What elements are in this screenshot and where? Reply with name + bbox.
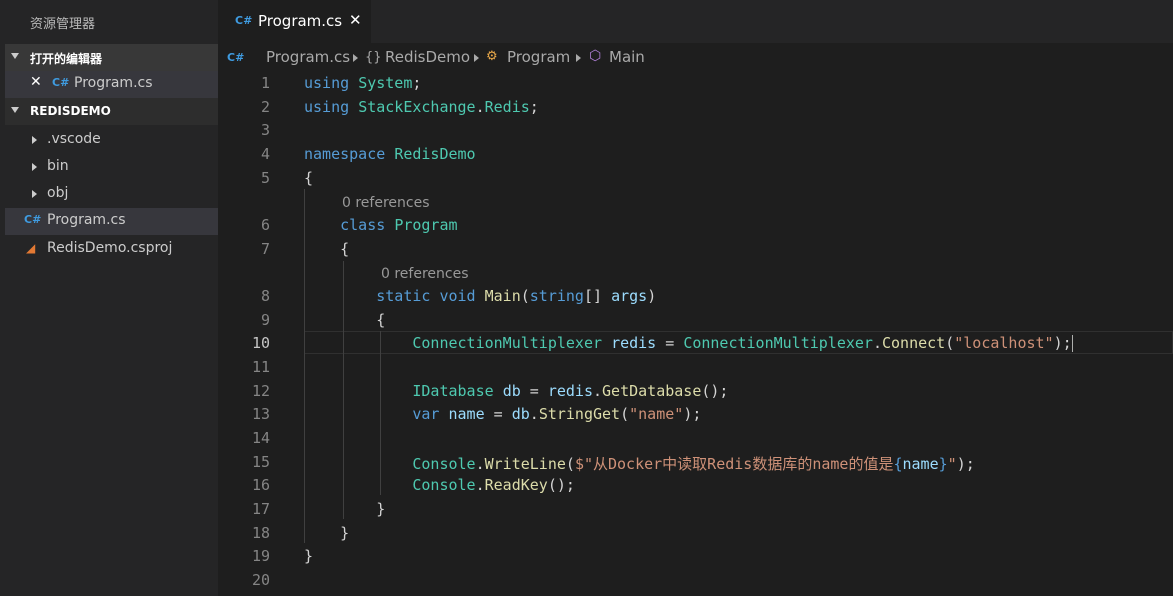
line-number: 19 [251, 547, 270, 565]
namespace-icon: {} [365, 50, 382, 65]
explorer-title: 资源管理器 [30, 17, 96, 32]
breadcrumb-method[interactable]: Main [609, 48, 645, 66]
code-line: } [304, 500, 386, 518]
project-section-header[interactable]: REDISDEMO [5, 98, 218, 125]
code-line: IDatabase db = redis.GetDatabase(); [412, 382, 729, 400]
tree-item-label: .vscode [47, 131, 101, 147]
line-number: 11 [251, 358, 270, 376]
line-number: 3 [260, 121, 270, 139]
open-editors-section-header[interactable]: 打开的编辑器 [5, 44, 218, 71]
code-editor[interactable]: 1 2 3 4 5 6 7 8 9 10 11 12 13 14 15 16 1… [218, 71, 1173, 596]
csharp-icon: C# [235, 14, 253, 27]
chevron-right-icon [353, 54, 358, 62]
line-number: 4 [260, 145, 270, 163]
text-cursor [1071, 335, 1073, 352]
tab-label: Program.cs [258, 12, 343, 30]
explorer-sidebar: 资源管理器 打开的编辑器 ✕ C# Program.cs REDISDEMO .… [0, 0, 218, 596]
line-number: 16 [251, 476, 270, 494]
code-line: var name = db.StringGet("name"); [412, 405, 702, 423]
code-line: { [304, 311, 386, 329]
chevron-right-icon [32, 136, 37, 144]
tree-item-label: bin [47, 158, 69, 174]
chevron-right-icon [32, 163, 37, 171]
code-line: static void Main(string[] args) [376, 287, 657, 305]
collapse-triangle-icon [11, 53, 19, 59]
tree-item-program-cs[interactable]: C# Program.cs [5, 208, 218, 235]
code-line: class Program [340, 216, 458, 234]
code-line: } [304, 524, 350, 542]
line-number: 18 [251, 524, 270, 542]
chevron-right-icon [576, 54, 581, 62]
code-line: using System; [304, 74, 422, 92]
class-icon: ⚙ [486, 49, 498, 64]
breadcrumb-namespace[interactable]: RedisDemo [385, 48, 470, 66]
line-number: 13 [251, 405, 270, 423]
code-line: using StackExchange.Redis; [304, 98, 539, 116]
chevron-right-icon [474, 54, 479, 62]
csharp-icon: C# [227, 51, 245, 64]
method-icon: ⬡ [589, 48, 602, 64]
csharp-icon: C# [52, 76, 70, 89]
line-number: 8 [260, 287, 270, 305]
open-editor-item-label: Program.cs [74, 75, 153, 91]
tree-item-csproj[interactable]: ◢ RedisDemo.csproj [5, 236, 218, 263]
tree-item-label: Program.cs [47, 212, 126, 228]
code-line: Console.ReadKey(); [412, 476, 575, 494]
editor-tab-bar: C# Program.cs ✕ [218, 0, 1173, 43]
tree-item-vscode-folder[interactable]: .vscode [5, 127, 218, 154]
code-line: Console.WriteLine($"从Docker中读取Redis数据库的n… [412, 455, 975, 473]
line-number: 2 [260, 98, 270, 116]
csharp-icon: C# [24, 213, 42, 226]
line-number: 12 [251, 382, 270, 400]
code-line-active: ConnectionMultiplexer redis = Connection… [412, 334, 1073, 352]
close-icon[interactable]: ✕ [30, 74, 42, 90]
code-line: { [304, 169, 314, 187]
codelens-references[interactable]: 0 references [381, 266, 469, 282]
line-number: 5 [260, 169, 270, 187]
rss-icon: ◢ [26, 241, 36, 255]
codelens-references[interactable]: 0 references [342, 195, 430, 211]
line-number: 15 [251, 453, 270, 471]
line-number: 7 [260, 240, 270, 258]
code-line: } [304, 547, 314, 565]
line-number: 20 [251, 571, 270, 589]
line-number: 17 [251, 500, 270, 518]
code-line: { [304, 240, 350, 258]
open-editors-label: 打开的编辑器 [30, 52, 103, 66]
tree-item-label: obj [47, 185, 69, 201]
explorer-header: 资源管理器 [0, 0, 218, 43]
breadcrumb-class[interactable]: Program [507, 48, 570, 66]
breadcrumb-file[interactable]: Program.cs [266, 48, 350, 66]
code-line: namespace RedisDemo [304, 145, 476, 163]
tree-item-obj-folder[interactable]: obj [5, 181, 218, 208]
line-number: 9 [260, 311, 270, 329]
line-number: 14 [251, 429, 270, 447]
breadcrumb: C# Program.cs {} RedisDemo ⚙ Program ⬡ M… [218, 43, 1173, 71]
tab-program-cs[interactable]: C# Program.cs ✕ [218, 0, 371, 43]
project-name-label: REDISDEMO [30, 104, 111, 118]
close-icon[interactable]: ✕ [349, 11, 362, 29]
open-editor-item-program-cs[interactable]: ✕ C# Program.cs [5, 71, 218, 98]
chevron-right-icon [32, 190, 37, 198]
tree-item-label: RedisDemo.csproj [47, 240, 173, 256]
collapse-triangle-icon [11, 107, 19, 113]
tree-item-bin-folder[interactable]: bin [5, 154, 218, 181]
line-number-active: 10 [251, 334, 270, 352]
line-number: 6 [260, 216, 270, 234]
line-number: 1 [260, 74, 270, 92]
